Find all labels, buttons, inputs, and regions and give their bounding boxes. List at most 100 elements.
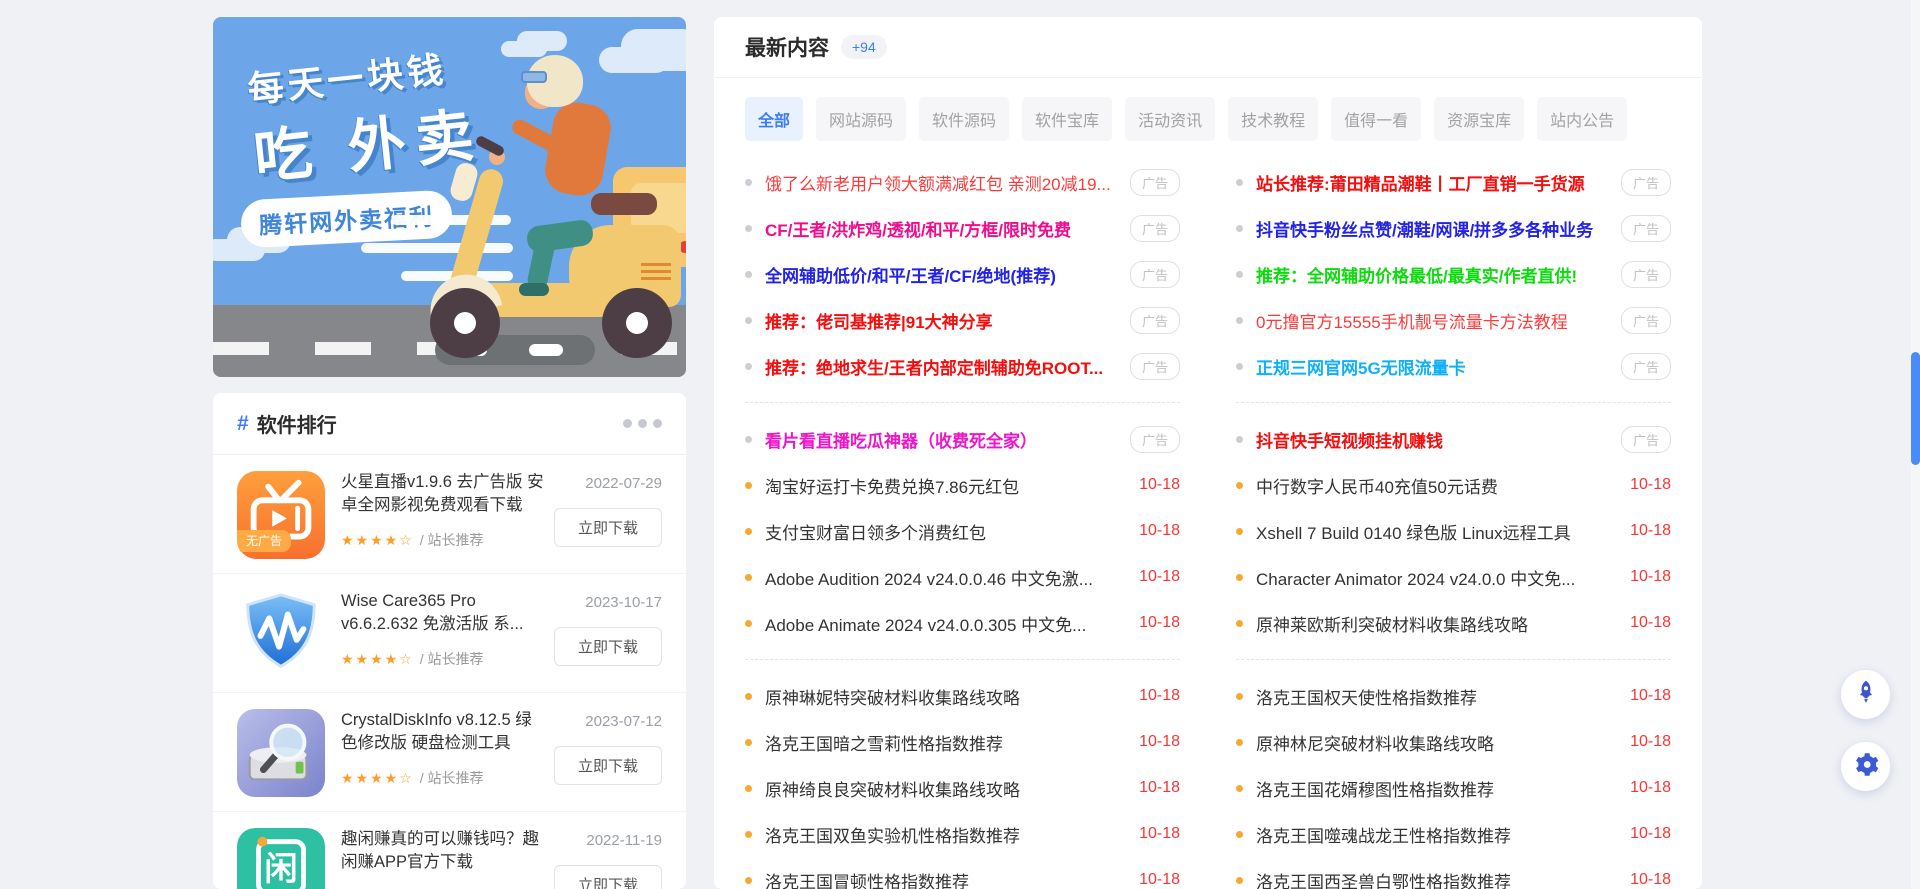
download-button[interactable]: 立即下载 bbox=[554, 746, 662, 785]
crystal-disk-icon[interactable] bbox=[237, 709, 325, 797]
ad-badge: 广告 bbox=[1129, 214, 1180, 242]
post-date: 10-18 bbox=[1630, 614, 1671, 631]
ellipsis-icon[interactable] bbox=[623, 419, 662, 428]
ad-badge: 广告 bbox=[1129, 260, 1180, 288]
post-link[interactable]: 支付宝财富日领多个消费红包 bbox=[765, 519, 1125, 544]
tab-2[interactable]: 软件源码 bbox=[919, 97, 1010, 141]
ad-link[interactable]: 全网辅助低价/和平/王者/CF/绝地(推荐) bbox=[765, 262, 1116, 287]
ad-link[interactable]: CF/王者/洪炸鸡/透视/和平/方框/限时免费 bbox=[765, 216, 1116, 241]
list-item: Character Animator 2024 v24.0.0 中文免... 10… bbox=[1236, 554, 1671, 600]
list-item: 抖音快手短视频挂机赚钱 广告 bbox=[1236, 416, 1671, 462]
post-link[interactable]: 淘宝好运打卡免费兑换7.86元红包 bbox=[765, 473, 1125, 498]
post-link[interactable]: 中行数字人民币40充值50元话费 bbox=[1256, 473, 1616, 498]
download-button[interactable]: 立即下载 bbox=[554, 627, 662, 666]
bullet-icon bbox=[745, 316, 752, 324]
post-link[interactable]: Adobe Audition 2024 v24.0.0.46 中文免激... bbox=[765, 565, 1125, 590]
bullet-icon bbox=[1236, 619, 1243, 627]
app-title-link[interactable]: Wise Care365 Pro v6.6.2.632 免激活版 系... bbox=[341, 590, 544, 637]
download-button[interactable]: 立即下载 bbox=[554, 508, 662, 547]
bullet-icon bbox=[1236, 178, 1243, 186]
list-item: 洛克王国冒顿性格指数推荐 10-18 bbox=[745, 857, 1180, 889]
speed-line bbox=[361, 243, 513, 253]
rider-goggle-graphic bbox=[521, 71, 547, 83]
ranking-item: 闲简单·赚钱趣闲赚真的可以赚钱吗？趣闲赚APP官方下载★★★★☆/ 站长推荐20… bbox=[213, 812, 686, 889]
tab-8[interactable]: 站内公告 bbox=[1537, 97, 1628, 141]
settings-button[interactable] bbox=[1841, 742, 1890, 791]
post-link[interactable]: 洛克王国噬魂战龙王性格指数推荐 bbox=[1256, 822, 1616, 847]
ad-link[interactable]: 看片看直播吃瓜神器（收费死全家） bbox=[765, 427, 1116, 452]
ad-link[interactable]: 正规三网官网5G无限流量卡 bbox=[1256, 354, 1607, 379]
ranking-item: CrystalDiskInfo v8.12.5 绿色修改版 硬盘检测工具 ★★★★… bbox=[213, 693, 686, 812]
ad-badge: 广告 bbox=[1620, 260, 1671, 288]
ad-link[interactable]: 饿了么新老用户领大额满减红包 亲测20减19... bbox=[765, 170, 1116, 195]
bullet-icon bbox=[1236, 830, 1243, 838]
app-title-link[interactable]: CrystalDiskInfo v8.12.5 绿色修改版 硬盘检测工具 bbox=[341, 709, 544, 756]
post-link[interactable]: 原神绮良良突破材料收集路线攻略 bbox=[765, 776, 1125, 801]
scooter-vents-graphic bbox=[641, 263, 671, 281]
post-link[interactable]: 原神林尼突破材料收集路线攻略 bbox=[1256, 730, 1616, 755]
post-link[interactable]: 洛克王国双鱼实验机性格指数推荐 bbox=[765, 822, 1125, 847]
promo-banner[interactable]: 每天一块钱 吃 外卖 腾轩网外卖福利 bbox=[213, 17, 686, 377]
tab-3[interactable]: 软件宝库 bbox=[1022, 97, 1113, 141]
tab-1[interactable]: 网站源码 bbox=[816, 97, 907, 141]
ad-link[interactable]: 推荐：佬司基推荐|91大神分享 bbox=[765, 308, 1116, 333]
tab-4[interactable]: 活动资讯 bbox=[1125, 97, 1216, 141]
bullet-icon bbox=[745, 784, 752, 792]
ad-link[interactable]: 推荐：绝地求生/王者内部定制辅助免ROOT... bbox=[765, 354, 1116, 379]
post-date: 10-18 bbox=[1139, 733, 1180, 750]
tab-7[interactable]: 资源宝库 bbox=[1434, 97, 1525, 141]
post-link[interactable]: 洛克王国花婿穆图性格指数推荐 bbox=[1256, 776, 1616, 801]
recommend-label: / 站长推荐 bbox=[419, 770, 484, 786]
ad-badge: 广告 bbox=[1620, 168, 1671, 196]
tab-5[interactable]: 技术教程 bbox=[1228, 97, 1319, 141]
ad-link[interactable]: 站长推荐:莆田精品潮鞋丨工厂直销一手货源 bbox=[1256, 170, 1607, 195]
ranking-list: 无广告 火星直播v1.9.6 去广告版 安卓全网影视免费观看下载 ★★★★☆ / 站长… bbox=[213, 455, 686, 889]
list-item: 抖音快手粉丝点赞/潮鞋/网课/拼多多各种业务 广告 bbox=[1236, 205, 1671, 251]
bullet-icon bbox=[745, 270, 752, 278]
gear-icon bbox=[1852, 751, 1879, 783]
ad-link[interactable]: 抖音快手短视频挂机赚钱 bbox=[1256, 427, 1607, 452]
list-item: 正规三网官网5G无限流量卡 广告 bbox=[1236, 343, 1671, 389]
scooter-seat-graphic bbox=[591, 193, 657, 215]
rear-wheel-graphic bbox=[602, 288, 672, 358]
post-date: 10-18 bbox=[1139, 476, 1180, 493]
list-item: 洛克王国花婿穆图性格指数推荐 10-18 bbox=[1236, 765, 1671, 811]
post-link[interactable]: 原神莱欧斯利突破材料收集路线攻略 bbox=[1256, 611, 1616, 636]
tab-all[interactable]: 全部 bbox=[745, 97, 804, 141]
recommend-label: / 站长推荐 bbox=[419, 532, 484, 548]
wise-shield-icon[interactable] bbox=[237, 590, 325, 678]
mars-tv-icon[interactable]: 无广告 bbox=[237, 471, 325, 559]
app-rating: ★★★★☆ / 站长推荐 bbox=[341, 530, 544, 550]
scrollbar-track[interactable] bbox=[1911, 0, 1920, 889]
ranking-item: 无广告 火星直播v1.9.6 去广告版 安卓全网影视免费观看下载 ★★★★☆ / 站长… bbox=[213, 455, 686, 574]
latest-title: 最新内容 bbox=[745, 37, 829, 60]
ad-link[interactable]: 抖音快手粉丝点赞/潮鞋/网课/拼多多各种业务 bbox=[1256, 216, 1607, 241]
cloud-icon bbox=[599, 47, 669, 73]
new-count-badge: +94 bbox=[841, 35, 887, 59]
cloud-icon bbox=[501, 41, 547, 57]
post-link[interactable]: 洛克王国冒顿性格指数推荐 bbox=[765, 868, 1125, 889]
tab-6[interactable]: 值得一看 bbox=[1331, 97, 1422, 141]
scrollbar-thumb[interactable] bbox=[1911, 352, 1920, 465]
list-item: 0元撸官方15555手机靓号流量卡方法教程 广告 bbox=[1236, 297, 1671, 343]
post-date: 10-18 bbox=[1630, 568, 1671, 585]
ad-link[interactable]: 推荐：全网辅助价格最低/最真实/作者直供! bbox=[1256, 262, 1607, 287]
xianzhuan-icon[interactable]: 闲简单·赚钱 bbox=[237, 828, 325, 889]
back-to-top-button[interactable] bbox=[1841, 670, 1890, 719]
list-item: Adobe Audition 2024 v24.0.0.46 中文免激... 10… bbox=[745, 554, 1180, 600]
post-link[interactable]: Xshell 7 Build 0140 绿色版 Linux远程工具 bbox=[1256, 519, 1616, 544]
post-link[interactable]: Adobe Animate 2024 v24.0.0.305 中文免... bbox=[765, 611, 1125, 636]
list-item: 全网辅助低价/和平/王者/CF/绝地(推荐) 广告 bbox=[745, 251, 1180, 297]
app-title-link[interactable]: 趣闲赚真的可以赚钱吗？趣闲赚APP官方下载 bbox=[341, 828, 544, 875]
download-button[interactable]: 立即下载 bbox=[554, 865, 662, 889]
news-column-right: 站长推荐:莆田精品潮鞋丨工厂直销一手货源 广告 抖音快手粉丝点赞/潮鞋/网课/拼多多… bbox=[1236, 159, 1671, 889]
list-item: 原神绮良良突破材料收集路线攻略 10-18 bbox=[745, 765, 1180, 811]
app-title-link[interactable]: 火星直播v1.9.6 去广告版 安卓全网影视免费观看下载 bbox=[341, 471, 544, 518]
post-link[interactable]: 洛克王国权天使性格指数推荐 bbox=[1256, 684, 1616, 709]
ad-badge: 广告 bbox=[1129, 352, 1180, 380]
post-link[interactable]: Character Animator 2024 v24.0.0 中文免... bbox=[1256, 565, 1616, 590]
post-link[interactable]: 洛克王国西圣兽白鄂性格指数推荐 bbox=[1256, 868, 1616, 889]
post-link[interactable]: 原神琳妮特突破材料收集路线攻略 bbox=[765, 684, 1125, 709]
post-link[interactable]: 洛克王国暗之雪莉性格指数推荐 bbox=[765, 730, 1125, 755]
ad-link[interactable]: 0元撸官方15555手机靓号流量卡方法教程 bbox=[1256, 308, 1607, 333]
